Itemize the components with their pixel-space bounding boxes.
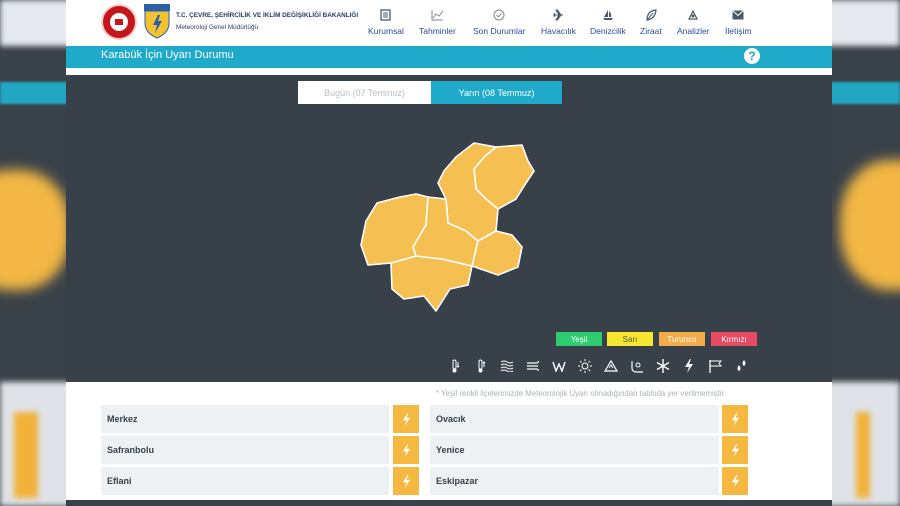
weather-icons-bar: [442, 358, 754, 374]
district-row[interactable]: Yenice: [430, 436, 750, 464]
nav-label: Havacılık: [541, 26, 576, 36]
chart-icon: [431, 8, 444, 21]
district-name: Ovacık: [436, 414, 466, 424]
legend-yesil: Yeşil: [556, 332, 602, 346]
org-line-2: Meteoroloji Genel Müdürlüğü: [176, 24, 259, 31]
nav-label: Analizler: [677, 26, 710, 36]
nav-item-havacilik[interactable]: Havacılık: [541, 0, 576, 46]
sun-icon[interactable]: [572, 358, 598, 374]
nav-label: Kurumsal: [368, 26, 404, 36]
mail-icon: [732, 8, 745, 21]
nav-label: Son Durumlar: [473, 26, 526, 36]
dust-icon[interactable]: [520, 358, 546, 374]
legend-sari: Sarı: [607, 332, 653, 346]
district-name: Eflani: [107, 476, 132, 486]
avalanche-icon[interactable]: [598, 358, 624, 374]
map-area: Bugün (07 Temmuz) Yarın (08 Temmuz) Yeşi…: [66, 75, 832, 382]
nav-item-son-durumlar[interactable]: Son Durumlar: [473, 0, 525, 46]
district-row[interactable]: Eskipazar: [430, 467, 750, 495]
page: T.C. ÇEVRE, ŞEHİRCİLİK VE İKLİM DEĞİŞİKL…: [66, 0, 832, 506]
lightning-icon[interactable]: [393, 467, 419, 495]
ministry-logo[interactable]: [101, 4, 137, 40]
book-icon: [380, 8, 392, 21]
snowflake-icon[interactable]: [650, 358, 676, 374]
legend-turuncu: Turuncu: [659, 332, 705, 346]
lightning-icon[interactable]: [722, 467, 748, 495]
check-circle-icon: [493, 8, 505, 21]
lightning-icon[interactable]: [676, 358, 702, 374]
district-eskipazar[interactable]: [390, 255, 473, 312]
district-name: Merkez: [107, 414, 138, 424]
tab-yarin[interactable]: Yarın (08 Temmuz): [431, 81, 562, 104]
nav-label: Denizcilik: [590, 26, 626, 36]
nav-item-kurumsal[interactable]: Kurumsal: [368, 0, 404, 46]
page-title: Karabük İçin Uyarı Durumu: [101, 49, 234, 61]
karabuk-district-map: [360, 142, 535, 312]
wind-icon[interactable]: [546, 358, 572, 374]
windsock-icon[interactable]: [702, 358, 728, 374]
header: T.C. ÇEVRE, ŞEHİRCİLİK VE İKLİM DEĞİŞİKL…: [66, 0, 832, 46]
fog-icon[interactable]: [494, 358, 520, 374]
nav-item-denizcilik[interactable]: Denizcilik: [590, 0, 626, 46]
tab-bugun[interactable]: Bugün (07 Temmuz): [298, 81, 431, 104]
nav-item-iletisim[interactable]: İletişim: [725, 0, 751, 46]
lightning-icon[interactable]: [722, 405, 748, 433]
legend-kirmizi: Kırmızı: [711, 332, 757, 346]
nav-label: Ziraat: [640, 26, 662, 36]
temperature-cold-icon[interactable]: [442, 358, 468, 374]
title-bar: Karabük İçin Uyarı Durumu ?: [66, 46, 832, 68]
warning-note: * Yeşil renkli ilçelerimizde Meteoroloji…: [436, 389, 726, 398]
district-name: Safranbolu: [107, 445, 155, 455]
sailboat-icon: [602, 8, 614, 21]
day-tabs: Bugün (07 Temmuz) Yarın (08 Temmuz): [298, 81, 562, 104]
lightning-icon[interactable]: [393, 405, 419, 433]
plane-icon: [552, 8, 564, 21]
mgm-logo[interactable]: [143, 3, 171, 39]
footer-strip: [66, 500, 832, 506]
analysis-icon: [687, 8, 699, 21]
lightning-icon[interactable]: [722, 436, 748, 464]
snow-ice-icon[interactable]: [624, 358, 650, 374]
nav-label: Tahminler: [419, 26, 456, 36]
organization-name: T.C. ÇEVRE, ŞEHİRCİLİK VE İKLİM DEĞİŞİKL…: [176, 12, 359, 31]
temperature-hot-icon[interactable]: [468, 358, 494, 374]
district-row[interactable]: Merkez: [101, 405, 419, 433]
district-name: Yenice: [436, 445, 465, 455]
district-row[interactable]: Ovacık: [430, 405, 750, 433]
org-line-1: T.C. ÇEVRE, ŞEHİRCİLİK VE İKLİM DEĞİŞİKL…: [176, 12, 359, 19]
nav-item-ziraat[interactable]: Ziraat: [640, 0, 662, 46]
help-icon[interactable]: ?: [744, 48, 760, 64]
nav-label: İletişim: [725, 26, 752, 36]
nav-item-tahminler[interactable]: Tahminler: [419, 0, 456, 46]
rain-icon[interactable]: [728, 358, 754, 374]
leaf-icon: [645, 8, 657, 21]
district-row[interactable]: Eflani: [101, 467, 419, 495]
district-row[interactable]: Safranbolu: [101, 436, 419, 464]
lightning-icon[interactable]: [393, 436, 419, 464]
nav-item-analizler[interactable]: Analizler: [677, 0, 710, 46]
district-name: Eskipazar: [436, 476, 479, 486]
